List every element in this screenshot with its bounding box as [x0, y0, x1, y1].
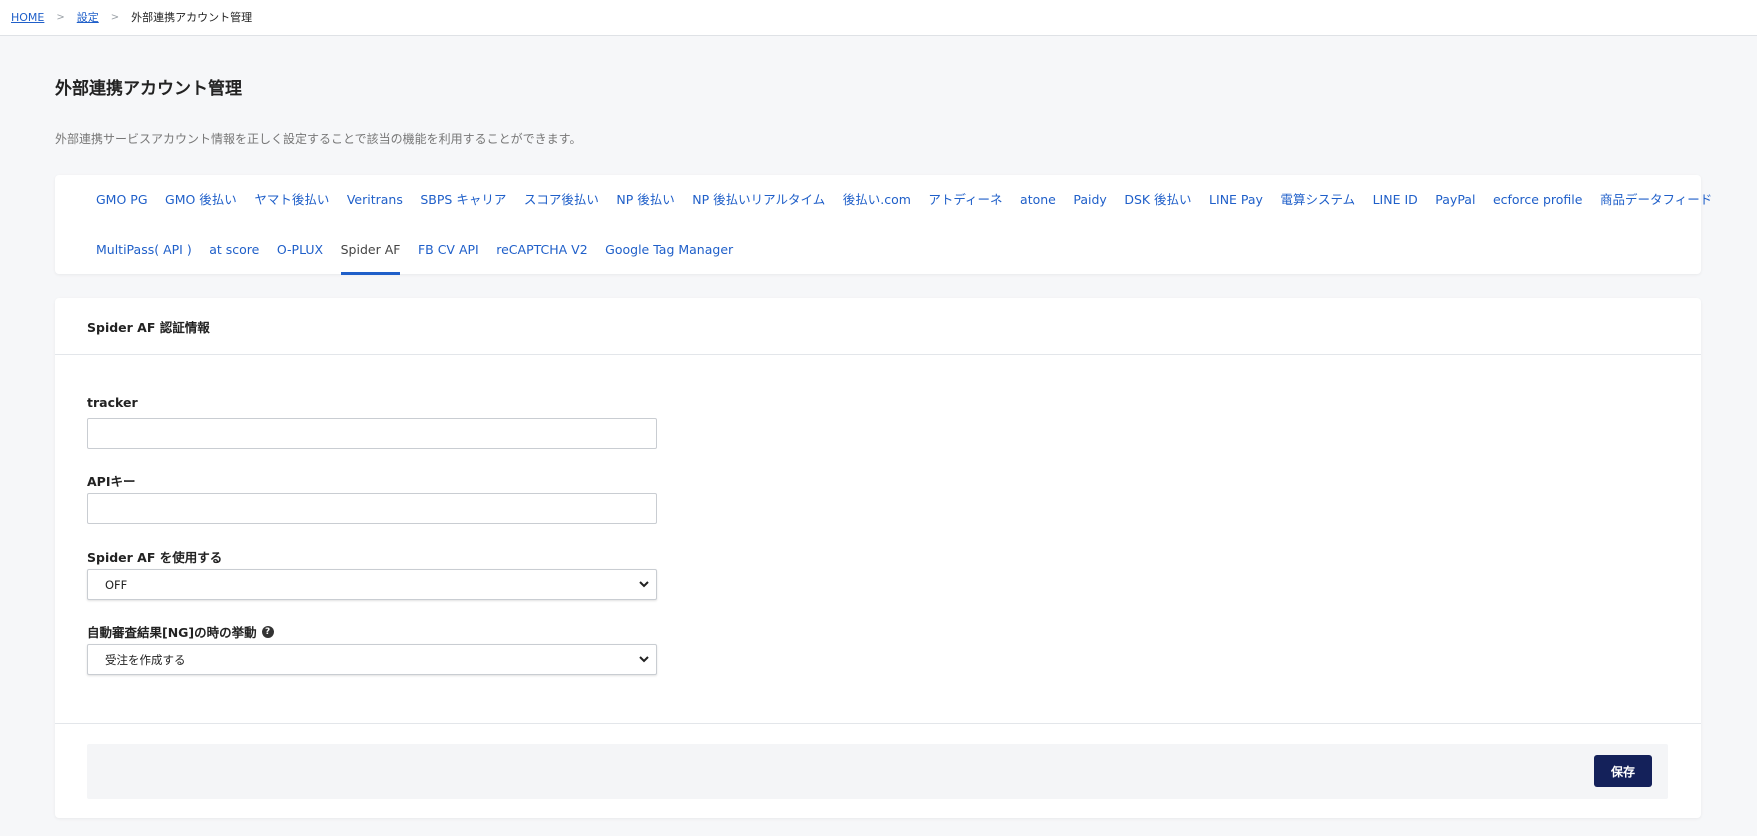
tab-item[interactable]: 商品データフィード [1600, 175, 1712, 225]
breadcrumb-settings-link[interactable]: 設定 [77, 9, 99, 25]
integration-tabs: GMO PG GMO 後払い ヤマト後払い Veritrans SBPS キャリア スコア… [55, 175, 1712, 275]
tab-sbps[interactable]: SBPS キャリア [420, 175, 506, 225]
tab-item[interactable]: ヤマト後払い [254, 175, 329, 225]
form-footer: 保存 [87, 744, 1668, 799]
tab-atone[interactable]: atone [1020, 175, 1056, 225]
tab-paidy[interactable]: Paidy [1073, 175, 1106, 225]
tab-fb-cv-api[interactable]: FB CV API [418, 225, 479, 275]
ng-behavior-label: 自動審査結果[NG]の時の挙動 ? [87, 622, 274, 641]
tab-row-1: GMO PG GMO 後払い ヤマト後払い Veritrans SBPS キャリア スコア… [96, 175, 1730, 225]
use-spider-af-selected-value: OFF [105, 577, 128, 592]
tab-line-pay[interactable]: LINE Pay [1209, 175, 1263, 225]
tab-np[interactable]: NP 後払い [616, 175, 674, 225]
tracker-label: tracker [87, 395, 138, 410]
breadcrumb-separator: > [56, 11, 65, 23]
use-spider-af-label: Spider AF を使用する [87, 550, 223, 565]
tab-at-score[interactable]: at score [209, 225, 259, 275]
breadcrumb-home-link[interactable]: HOME [11, 11, 44, 24]
top-bar: HOME > 設定 > 外部連携アカウント管理 [0, 0, 1757, 36]
tab-item[interactable]: 電算システム [1280, 175, 1355, 225]
breadcrumb-separator: > [110, 11, 120, 23]
api-key-input[interactable] [87, 493, 657, 524]
ng-behavior-select[interactable]: 受注を作成する [87, 644, 657, 675]
page-description: 外部連携サービスアカウント情報を正しく設定することで該当の機能を利用することがで… [55, 132, 582, 146]
tab-item[interactable]: スコア後払い [524, 175, 599, 225]
chevron-down-icon [639, 656, 649, 663]
api-key-label: APIキー [87, 474, 136, 489]
footer-divider [55, 723, 1701, 724]
question-circle-icon[interactable]: ? [261, 625, 274, 638]
chevron-down-icon [639, 581, 649, 588]
tab-dsk[interactable]: DSK 後払い [1124, 175, 1191, 225]
ng-behavior-selected-value: 受注を作成する [105, 652, 186, 667]
tab-row-2: MultiPass( API ) at score O-PLUX Spider AF F… [96, 225, 751, 275]
tab-line-id[interactable]: LINE ID [1373, 175, 1418, 225]
tracker-input[interactable] [87, 418, 657, 449]
save-button[interactable]: 保存 [1594, 755, 1652, 787]
tab-paypal[interactable]: PayPal [1435, 175, 1475, 225]
breadcrumb-current: 外部連携アカウント管理 [131, 11, 253, 24]
use-spider-af-select[interactable]: OFF [87, 569, 657, 600]
tab-recaptcha-v2[interactable]: reCAPTCHA V2 [496, 225, 587, 275]
tab-ecforce-profile[interactable]: ecforce profile [1493, 175, 1583, 225]
tab-o-plux[interactable]: O-PLUX [277, 225, 323, 275]
tab-google-tag-manager[interactable]: Google Tag Manager [605, 225, 733, 275]
card-header: Spider AF 認証情報 [55, 298, 1701, 355]
tab-com[interactable]: 後払い.com [843, 175, 911, 225]
tab-gmo-pg[interactable]: GMO PG [96, 175, 148, 225]
ng-behavior-label-text: 自動審査結果[NG]の時の挙動 [87, 625, 257, 640]
tab-gmo[interactable]: GMO 後払い [165, 175, 237, 225]
tab-np[interactable]: NP 後払いリアルタイム [692, 175, 825, 225]
breadcrumb: HOME > 設定 > 外部連携アカウント管理 [11, 9, 252, 25]
tab-item[interactable]: アトディーネ [928, 175, 1002, 225]
tab-spider-af[interactable]: Spider AF [340, 225, 400, 275]
tab-multipass-api[interactable]: MultiPass( API ) [96, 225, 192, 275]
tab-veritrans[interactable]: Veritrans [347, 175, 403, 225]
page-title: 外部連携アカウント管理 [55, 79, 242, 99]
spider-af-form-card: Spider AF 認証情報 tracker APIキー Spider AF を… [55, 298, 1701, 818]
